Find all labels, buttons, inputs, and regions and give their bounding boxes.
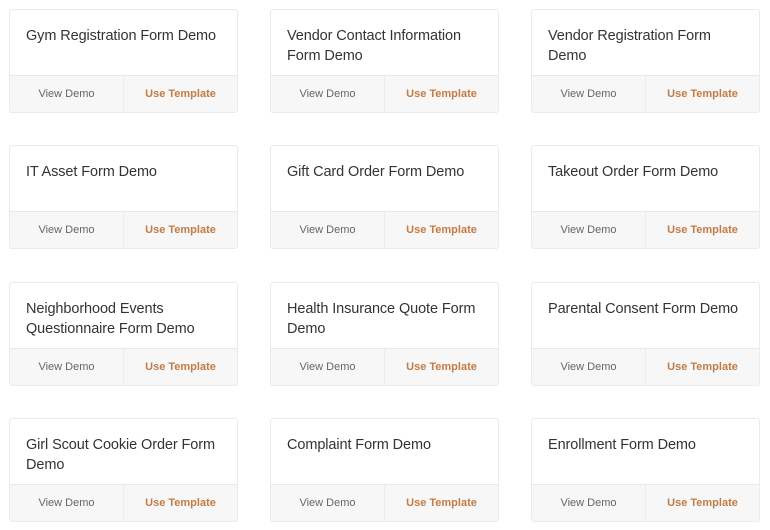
view-demo-button[interactable]: View Demo <box>10 349 124 385</box>
template-card: Takeout Order Form Demo View Demo Use Te… <box>531 145 760 249</box>
use-template-button[interactable]: Use Template <box>646 485 759 521</box>
card-title: Girl Scout Cookie Order Form Demo <box>26 437 215 473</box>
use-template-button[interactable]: Use Template <box>646 349 759 385</box>
view-demo-button[interactable]: View Demo <box>271 349 385 385</box>
use-template-button[interactable]: Use Template <box>124 76 237 112</box>
card-footer: View Demo Use Template <box>271 348 498 385</box>
card-title: Health Insurance Quote Form Demo <box>287 301 476 337</box>
template-card: Parental Consent Form Demo View Demo Use… <box>531 282 760 386</box>
use-template-button[interactable]: Use Template <box>124 485 237 521</box>
card-title: Gym Registration Form Demo <box>26 28 216 44</box>
view-demo-button[interactable]: View Demo <box>532 485 646 521</box>
card-footer: View Demo Use Template <box>271 211 498 248</box>
use-template-button[interactable]: Use Template <box>124 349 237 385</box>
card-footer: View Demo Use Template <box>10 348 237 385</box>
card-title: Parental Consent Form Demo <box>548 301 739 317</box>
view-demo-button[interactable]: View Demo <box>271 76 385 112</box>
card-title: Vendor Contact Information Form Demo <box>287 28 461 64</box>
card-footer: View Demo Use Template <box>271 75 498 112</box>
view-demo-button[interactable]: View Demo <box>532 76 646 112</box>
template-card: Complaint Form Demo View Demo Use Templa… <box>270 418 499 522</box>
card-footer: View Demo Use Template <box>532 484 759 521</box>
card-footer: View Demo Use Template <box>532 211 759 248</box>
card-footer: View Demo Use Template <box>532 348 759 385</box>
use-template-button[interactable]: Use Template <box>646 76 759 112</box>
card-title: Enrollment Form Demo <box>548 437 696 453</box>
card-title: Takeout Order Form Demo <box>548 164 719 180</box>
card-title: Vendor Registration Form Demo <box>548 28 711 64</box>
template-card: Girl Scout Cookie Order Form Demo View D… <box>9 418 238 522</box>
template-card: Vendor Registration Form Demo View Demo … <box>531 9 760 113</box>
card-title: Neighborhood Events Questionnaire Form D… <box>26 301 195 337</box>
template-card: Enrollment Form Demo View Demo Use Templ… <box>531 418 760 522</box>
card-footer: View Demo Use Template <box>10 211 237 248</box>
template-card: Vendor Contact Information Form Demo Vie… <box>270 9 499 113</box>
template-card: Health Insurance Quote Form Demo View De… <box>270 282 499 386</box>
view-demo-button[interactable]: View Demo <box>532 212 646 248</box>
template-card: Gym Registration Form Demo View Demo Use… <box>9 9 238 113</box>
use-template-button[interactable]: Use Template <box>385 76 498 112</box>
template-card: IT Asset Form Demo View Demo Use Templat… <box>9 145 238 249</box>
view-demo-button[interactable]: View Demo <box>10 212 124 248</box>
view-demo-button[interactable]: View Demo <box>10 485 124 521</box>
card-footer: View Demo Use Template <box>10 484 237 521</box>
card-title: IT Asset Form Demo <box>26 164 157 180</box>
card-footer: View Demo Use Template <box>271 484 498 521</box>
use-template-button[interactable]: Use Template <box>124 212 237 248</box>
use-template-button[interactable]: Use Template <box>385 212 498 248</box>
view-demo-button[interactable]: View Demo <box>271 212 385 248</box>
card-title: Complaint Form Demo <box>287 437 431 453</box>
use-template-button[interactable]: Use Template <box>385 485 498 521</box>
use-template-button[interactable]: Use Template <box>646 212 759 248</box>
card-title: Gift Card Order Form Demo <box>287 164 465 180</box>
card-footer: View Demo Use Template <box>10 75 237 112</box>
template-card: Neighborhood Events Questionnaire Form D… <box>9 282 238 386</box>
template-card: Gift Card Order Form Demo View Demo Use … <box>270 145 499 249</box>
view-demo-button[interactable]: View Demo <box>10 76 124 112</box>
card-footer: View Demo Use Template <box>532 75 759 112</box>
view-demo-button[interactable]: View Demo <box>532 349 646 385</box>
view-demo-button[interactable]: View Demo <box>271 485 385 521</box>
use-template-button[interactable]: Use Template <box>385 349 498 385</box>
